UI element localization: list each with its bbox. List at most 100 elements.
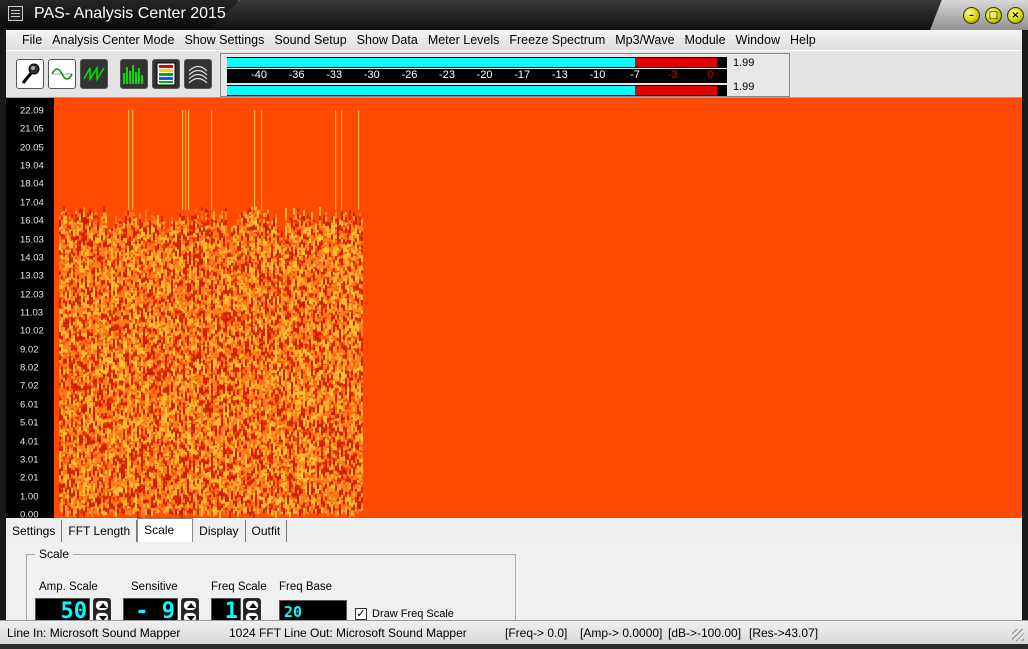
meter-tick-label: -36 bbox=[288, 69, 305, 81]
sawtooth-wave-icon bbox=[83, 65, 105, 82]
scale-group: Scale Amp. Scale 50 Sensitive - 9 Freq S… bbox=[26, 547, 516, 626]
draw-freq-scale-checkbox[interactable]: ✓ bbox=[355, 608, 367, 620]
tab-scale[interactable]: Scale bbox=[137, 518, 194, 542]
menu-show-settings[interactable]: Show Settings bbox=[184, 33, 264, 47]
resize-grip-icon[interactable] bbox=[1012, 629, 1024, 641]
freq-axis-label: 5.01 bbox=[20, 417, 39, 429]
microphone-icon bbox=[21, 63, 40, 84]
freq-axis-label: 7.02 bbox=[20, 380, 39, 392]
left-channel-meter bbox=[227, 57, 727, 68]
minimize-icon[interactable]: – bbox=[963, 7, 980, 24]
level-meter-button[interactable] bbox=[152, 59, 180, 89]
db-readout: [dB->-100.00] bbox=[668, 626, 742, 640]
microphone-button[interactable] bbox=[16, 59, 44, 89]
right-level-high bbox=[634, 86, 718, 95]
maximize-icon[interactable]: □ bbox=[985, 7, 1002, 24]
meter-tick-label: -40 bbox=[251, 69, 267, 81]
freq-axis-label: 10.02 bbox=[20, 325, 44, 337]
freq-base-label: Freq Base bbox=[279, 581, 333, 593]
waterfall-icon bbox=[188, 65, 208, 84]
freq-scale-label: Freq Scale bbox=[211, 581, 267, 593]
meter-tick-label: -13 bbox=[551, 69, 568, 81]
tab-display[interactable]: Display bbox=[193, 520, 246, 542]
freq-axis-label: 19.04 bbox=[20, 160, 44, 172]
menu-file[interactable]: File bbox=[22, 33, 42, 47]
level-meter: -40 -36 -33 -30 -26 -23 -20 -17 -13 -10 -7 -3 0 1.99… bbox=[220, 53, 790, 97]
fft-status: 1024 FFT bbox=[229, 626, 282, 640]
freq-axis-label: 18.04 bbox=[20, 178, 44, 190]
amp-scale-up-icon[interactable] bbox=[95, 600, 109, 611]
freq-axis-label: 2.01 bbox=[20, 472, 39, 484]
freq-axis-label: 12.03 bbox=[20, 289, 44, 301]
waterfall-button[interactable] bbox=[184, 59, 212, 89]
title-bar[interactable]: PAS- Analysis Center 2015 – □ × bbox=[0, 0, 1028, 30]
right-level-low bbox=[227, 86, 635, 95]
freq-scale-up-icon[interactable] bbox=[245, 600, 259, 611]
spectrogram-view[interactable]: 22.09 21.05 20.05 19.04 18.04 17.04 16.04 15.03… bbox=[6, 98, 1022, 521]
menu-meter-levels[interactable]: Meter Levels bbox=[428, 33, 500, 47]
toolbar: -40 -36 -33 -30 -26 -23 -20 -17 -13 -10 -7 -3 0 1.99… bbox=[6, 50, 1022, 98]
menu-module[interactable]: Module bbox=[685, 33, 726, 47]
tab-settings[interactable]: Settings bbox=[6, 520, 63, 542]
sensitive-label: Sensitive bbox=[131, 581, 178, 593]
scale-group-title: Scale bbox=[35, 547, 74, 561]
menu-analysis-center-mode[interactable]: Analysis Center Mode bbox=[52, 33, 174, 47]
right-meter-value: 1.99 bbox=[733, 81, 755, 93]
menu-freeze-spectrum[interactable]: Freeze Spectrum bbox=[509, 33, 605, 47]
meter-tick-label: -26 bbox=[401, 69, 418, 81]
tab-fft-length[interactable]: FFT Length bbox=[62, 520, 138, 542]
freq-axis-label: 4.01 bbox=[20, 436, 39, 448]
spectrum-bars-icon bbox=[123, 65, 143, 84]
freq-axis-label: 14.03 bbox=[20, 252, 44, 264]
freq-axis-label: 22.09 bbox=[20, 105, 44, 117]
menu-help[interactable]: Help bbox=[790, 33, 816, 47]
meter-tick-label: -20 bbox=[476, 69, 493, 81]
freq-axis-label: 6.01 bbox=[20, 399, 39, 411]
draw-freq-scale-label: Draw Freq Scale bbox=[372, 608, 454, 620]
meter-tick-label: -17 bbox=[514, 69, 531, 81]
scale-panel: Scale Amp. Scale 50 Sensitive - 9 Freq S… bbox=[6, 542, 1022, 626]
meter-tick-label: 0 bbox=[707, 69, 714, 81]
spectrum-bars-button[interactable] bbox=[120, 59, 148, 89]
line-out-status: Line Out: Microsoft Sound Mapper bbox=[284, 626, 467, 640]
freq-axis-label: 3.01 bbox=[20, 454, 39, 466]
sine-wave-icon bbox=[51, 63, 73, 85]
menu-show-data[interactable]: Show Data bbox=[357, 33, 418, 47]
meter-tick-label: -33 bbox=[326, 69, 343, 81]
menu-window[interactable]: Window bbox=[736, 33, 780, 47]
line-in-status: Line In: Microsoft Sound Mapper bbox=[7, 626, 181, 640]
close-icon[interactable]: × bbox=[1007, 7, 1024, 24]
spectrogram-data bbox=[55, 110, 365, 518]
meter-tick-label: -7 bbox=[630, 69, 640, 81]
freq-axis-label: 11.03 bbox=[20, 307, 44, 319]
window-title: PAS- Analysis Center 2015 bbox=[34, 5, 226, 22]
freq-readout: [Freq-> 0.0] bbox=[505, 626, 568, 640]
freq-axis-label: 1.00 bbox=[20, 491, 39, 503]
app-menu-icon[interactable] bbox=[8, 6, 23, 21]
settings-tabs: Settings FFT Length Scale Display Outfit bbox=[6, 518, 1022, 542]
sensitive-up-icon[interactable] bbox=[183, 600, 197, 611]
freq-axis-label: 21.05 bbox=[20, 123, 44, 135]
menu-bar: File Analysis Center Mode Show Settings … bbox=[6, 30, 1022, 50]
left-level-high bbox=[634, 58, 718, 67]
left-meter-value: 1.99 bbox=[733, 57, 755, 69]
sine-wave-button[interactable] bbox=[48, 59, 76, 89]
amp-scale-label: Amp. Scale bbox=[39, 581, 98, 593]
freq-axis-label: 15.03 bbox=[20, 234, 44, 246]
meter-tick-label: -30 bbox=[363, 69, 380, 81]
freq-axis-label: 8.02 bbox=[20, 362, 39, 374]
amp-readout: [Amp-> 0.0000] bbox=[580, 626, 663, 640]
right-channel-meter bbox=[227, 85, 727, 96]
status-bar: Line In: Microsoft Sound Mapper 1024 FFT… bbox=[0, 620, 1028, 644]
tab-outfit[interactable]: Outfit bbox=[246, 520, 288, 542]
menu-mp3-wave[interactable]: Mp3/Wave bbox=[615, 33, 674, 47]
menu-sound-setup[interactable]: Sound Setup bbox=[274, 33, 346, 47]
meter-scale: -40 -36 -33 -30 -26 -23 -20 -17 -13 -10 -7 -3 0 bbox=[227, 69, 727, 83]
window-controls: – □ × bbox=[930, 0, 1028, 30]
res-readout: [Res->43.07] bbox=[749, 626, 819, 640]
sawtooth-wave-button[interactable] bbox=[80, 59, 108, 89]
freq-axis-label: 16.04 bbox=[20, 215, 44, 227]
window-bottom-edge bbox=[0, 644, 1028, 649]
level-meter-icon bbox=[156, 62, 176, 86]
meter-tick-label: -3 bbox=[667, 69, 678, 81]
